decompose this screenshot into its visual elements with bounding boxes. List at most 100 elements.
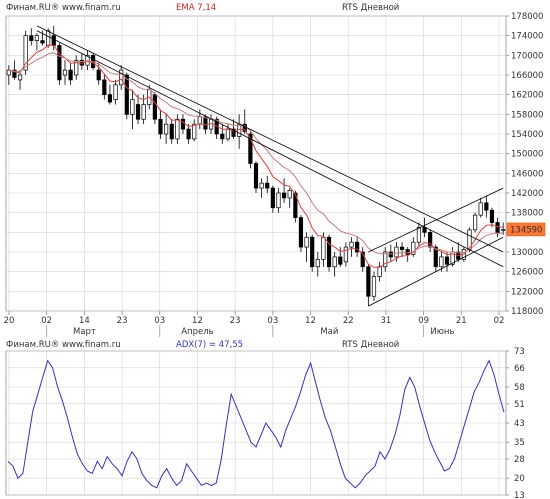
candle-body xyxy=(141,104,146,120)
candle-body xyxy=(416,227,422,243)
candle-body xyxy=(186,128,191,140)
price-x-tick-label: 31 xyxy=(381,316,392,326)
price-y-tick-label: 174000 xyxy=(511,32,543,42)
adx-y-tick-label: 28 xyxy=(514,455,525,465)
candle-body xyxy=(152,94,157,120)
price-y-axis: 1180001220001260001300001340001380001420… xyxy=(506,12,543,317)
candle-body xyxy=(57,45,62,81)
price-x-tick-label: 03 xyxy=(267,316,278,326)
price-x-tick-label: 20 xyxy=(4,316,15,326)
candle-body xyxy=(484,202,489,211)
candle-body xyxy=(102,79,107,96)
price-x-tick-label: 12 xyxy=(192,316,203,326)
last-price-marker: 134590 xyxy=(506,222,546,237)
price-y-tick-label: 170000 xyxy=(511,51,543,61)
candle-body xyxy=(501,229,506,231)
candle-body xyxy=(276,192,281,209)
price-y-tick-label: 154000 xyxy=(511,130,543,140)
price-x-tick-label: 09 xyxy=(418,316,429,326)
candle-body xyxy=(478,202,483,216)
candle-body xyxy=(349,241,354,248)
adx-y-tick-label: 20 xyxy=(514,474,525,484)
candle-body xyxy=(371,276,377,297)
price-x-tick-label: 21 xyxy=(456,316,467,326)
price-month-label: Март xyxy=(73,327,96,337)
candle-body xyxy=(169,123,174,140)
candle-body xyxy=(203,116,208,130)
candle-body xyxy=(124,74,129,115)
price-month-label: Июнь xyxy=(430,327,454,337)
candle-body xyxy=(119,69,124,86)
candle-body xyxy=(158,118,163,135)
candle-body xyxy=(473,214,478,231)
price-y-tick-label: 158000 xyxy=(511,110,543,120)
price-y-tick-label: 162000 xyxy=(511,91,543,101)
adx-y-tick-label: 43 xyxy=(514,419,525,429)
price-y-tick-label: 178000 xyxy=(511,12,543,22)
price-month-label: Май xyxy=(320,327,338,337)
price-x-tick-label: 02 xyxy=(494,316,505,326)
candle-body xyxy=(265,182,270,189)
price-y-tick-label: 166000 xyxy=(511,71,543,81)
price-y-tick-label: 150000 xyxy=(511,150,543,160)
candle-body xyxy=(399,246,405,250)
candle-body xyxy=(175,118,180,140)
candle-body xyxy=(40,40,45,44)
candle-body xyxy=(135,104,141,120)
adx-y-tick-label: 58 xyxy=(514,383,525,393)
candle-body xyxy=(34,35,39,41)
candle-body xyxy=(304,236,309,248)
candle-body xyxy=(422,227,427,233)
candle-body xyxy=(107,94,113,103)
adx-chart: 13 20 28 35 43 51 58 66 73 xyxy=(5,347,525,499)
price-y-tick-label: 146000 xyxy=(511,169,543,179)
candle-body xyxy=(130,99,135,115)
adx-y-tick-label: 51 xyxy=(514,400,525,410)
candle-body xyxy=(253,163,259,189)
price-y-tick-label: 130000 xyxy=(511,248,543,258)
candle-body xyxy=(321,236,326,260)
candle-body xyxy=(495,222,500,233)
candle-body xyxy=(287,190,292,199)
candle-body xyxy=(489,209,495,223)
adx-y-tick-label: 73 xyxy=(514,347,525,357)
candle-body xyxy=(298,217,304,248)
candle-body xyxy=(29,35,34,41)
price-y-tick-label: 142000 xyxy=(511,189,543,199)
adx-y-tick-label: 35 xyxy=(514,438,525,448)
candle-body xyxy=(281,192,287,199)
price-y-tick-label: 122000 xyxy=(511,287,543,297)
candle-body xyxy=(343,246,348,263)
candle-body xyxy=(377,266,382,277)
last-price-value: 134590 xyxy=(510,225,542,235)
candle-body xyxy=(96,69,101,81)
candle-body xyxy=(338,256,343,265)
candle-body xyxy=(310,236,315,268)
candle-body xyxy=(444,256,450,265)
candle-body xyxy=(259,182,264,189)
candle-body xyxy=(68,69,73,81)
price-x-tick-label: 22 xyxy=(343,316,354,326)
candle-body xyxy=(270,187,275,209)
price-x-tick-label: 03 xyxy=(154,316,165,326)
price-chart: 1180001220001260001300001340001380001420… xyxy=(4,12,546,337)
candle-body xyxy=(46,30,51,46)
price-y-tick-label: 138000 xyxy=(511,209,543,219)
adx-y-tick-label: 66 xyxy=(514,364,525,374)
candle-body xyxy=(439,256,444,268)
candle-body xyxy=(237,123,242,137)
adx-y-axis: 13 20 28 35 43 51 58 66 73 xyxy=(506,347,525,499)
candle-body xyxy=(394,246,399,258)
candle-body xyxy=(405,249,410,255)
candle-body xyxy=(62,69,68,76)
adx-y-tick-label: 13 xyxy=(514,491,525,499)
candle-body xyxy=(113,84,118,100)
price-x-tick-label: 23 xyxy=(230,316,241,326)
candle-body xyxy=(164,123,169,135)
price-x-tick-label: 02 xyxy=(41,316,52,326)
candle-body xyxy=(17,74,23,81)
candle-body xyxy=(366,266,371,297)
candle-body xyxy=(180,118,186,130)
candle-body xyxy=(197,116,202,125)
price-x-tick-label: 14 xyxy=(79,316,90,326)
